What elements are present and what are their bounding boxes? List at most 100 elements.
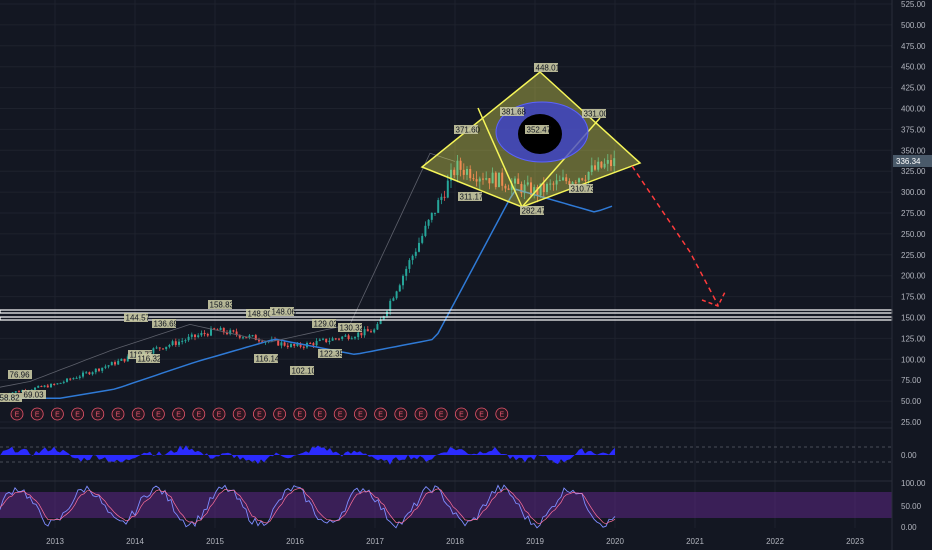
svg-text:E: E [55, 412, 60, 419]
candle-body [373, 329, 376, 333]
svg-text:311.17: 311.17 [460, 193, 484, 202]
earnings-marker[interactable]: E [394, 407, 408, 421]
earnings-marker[interactable]: E [232, 407, 246, 421]
earnings-marker[interactable]: E [353, 407, 367, 421]
svg-text:E: E [277, 412, 282, 419]
time-tick-label: 2013 [46, 537, 64, 546]
candle-body [197, 335, 200, 338]
current-price-tag: 336.34 [893, 155, 932, 167]
candle-body [242, 337, 244, 339]
svg-text:E: E [95, 412, 100, 419]
svg-text:E: E [297, 412, 302, 419]
candle-body [114, 362, 116, 365]
candle-body [430, 212, 433, 220]
candle-body [117, 360, 120, 365]
candle-body [62, 381, 65, 383]
candle-body [309, 343, 312, 345]
earnings-marker[interactable]: E [151, 407, 165, 421]
candle-body [245, 337, 248, 339]
candle-body [168, 345, 171, 347]
candle-body [158, 347, 161, 349]
candle-body [386, 311, 388, 317]
price-annotation: 381.68 [500, 107, 527, 117]
price-annotation: 130.32 [338, 323, 365, 333]
price-tick-label: 350.00 [901, 146, 926, 155]
candle-body [120, 358, 123, 361]
osc2-tick-label: 50.00 [901, 502, 922, 511]
time-tick-label: 2017 [366, 537, 384, 546]
earnings-marker[interactable]: E [252, 407, 266, 421]
earnings-marker[interactable]: E [414, 407, 428, 421]
candle-body [178, 341, 180, 345]
candle-body [405, 268, 408, 276]
earnings-marker[interactable]: E [111, 407, 125, 421]
earnings-marker[interactable]: E [71, 407, 84, 421]
candle-body [315, 340, 318, 346]
price-tick-label: 500.00 [901, 21, 926, 30]
candle-body [376, 324, 379, 330]
candle-body [341, 336, 344, 339]
svg-text:310.73: 310.73 [571, 185, 596, 194]
candle-body [174, 341, 177, 345]
price-tick-label: 325.00 [901, 167, 926, 176]
svg-text:E: E [196, 412, 201, 419]
earnings-marker[interactable]: E [273, 407, 287, 421]
earnings-marker[interactable]: E [131, 407, 145, 421]
earnings-marker[interactable]: E [293, 407, 307, 421]
candle-body [78, 376, 81, 378]
price-axis[interactable]: 525.00 500.00 475.00 450.00 425.00 400.00 375.… [901, 0, 926, 427]
current-price-label: 336.34 [896, 157, 921, 166]
price-tick-label: 525.00 [901, 0, 926, 9]
candle-body [46, 385, 49, 388]
candle-body [366, 329, 369, 332]
svg-text:158.83: 158.83 [210, 301, 235, 310]
svg-text:116.14: 116.14 [256, 355, 280, 364]
candle-body [194, 334, 196, 338]
svg-text:E: E [499, 412, 504, 419]
svg-text:E: E [35, 412, 40, 419]
candle-body [72, 378, 75, 380]
earnings-marker[interactable]: E [30, 407, 44, 421]
svg-text:E: E [479, 412, 484, 419]
price-tick-label: 225.00 [901, 251, 926, 260]
candle-body [322, 338, 324, 340]
earnings-marker[interactable]: E [10, 407, 24, 421]
candle-body [155, 347, 158, 349]
svg-text:148.06: 148.06 [272, 308, 297, 317]
candle-body [446, 180, 449, 198]
candle-body [392, 298, 395, 301]
svg-text:E: E [75, 412, 80, 419]
price-annotation: 448.01 [534, 63, 561, 73]
earnings-marker[interactable]: E [475, 407, 489, 421]
price-tick-label: 475.00 [901, 42, 926, 51]
earnings-marker[interactable]: E [333, 407, 347, 421]
price-tick-label: 200.00 [901, 272, 926, 281]
price-tick-label: 125.00 [901, 334, 926, 343]
earnings-marker[interactable]: E [51, 407, 64, 421]
time-tick-label: 2020 [606, 537, 624, 546]
svg-text:E: E [116, 412, 121, 419]
price-tick-label: 450.00 [901, 63, 926, 72]
candle-body [123, 358, 126, 362]
earnings-marker[interactable]: E [192, 407, 206, 421]
candle-body [104, 366, 107, 368]
earnings-marker[interactable]: E [434, 407, 448, 421]
price-annotation: 122.35 [318, 349, 345, 359]
earnings-marker[interactable]: E [454, 407, 468, 421]
earnings-marker[interactable]: E [91, 407, 105, 421]
earnings-marker[interactable]: E [313, 407, 327, 421]
price-annotation: 331.00 [582, 109, 609, 119]
candle-body [98, 368, 100, 371]
earnings-marker[interactable]: E [374, 407, 388, 421]
candle-body [162, 348, 164, 350]
candle-body [411, 255, 414, 261]
price-tick-label: 100.00 [901, 355, 926, 364]
candle-body [290, 344, 292, 348]
candle-body [302, 346, 305, 348]
time-tick-label: 2016 [286, 537, 304, 546]
earnings-marker[interactable]: E [495, 407, 509, 421]
earnings-marker[interactable]: E [212, 407, 226, 421]
candle-body [82, 372, 84, 377]
price-chart[interactable]: 76.9658.8269.03144.57118.77136.69116.321… [0, 0, 932, 550]
earnings-marker[interactable]: E [172, 407, 186, 421]
